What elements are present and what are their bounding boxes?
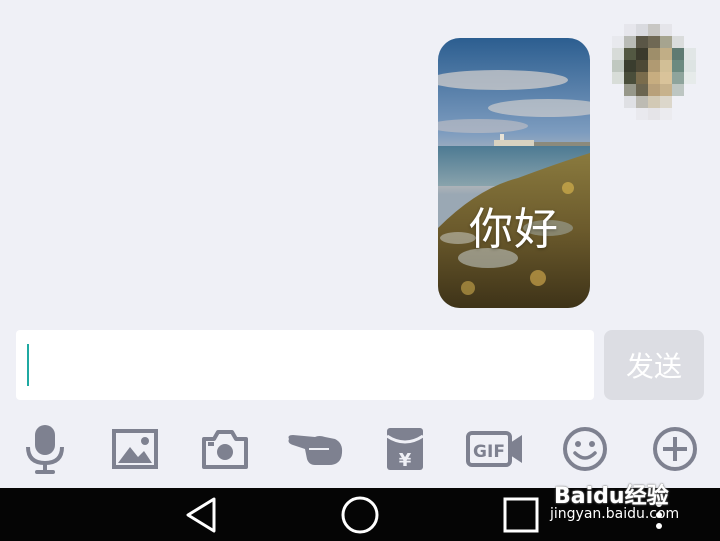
avatar[interactable] [612,24,698,132]
chat-area: 你好 [0,0,720,320]
image-message-bubble[interactable]: 你好 [438,38,590,308]
image-icon[interactable] [105,416,165,482]
composer-bar: 发送 [0,328,720,402]
camera-icon[interactable] [195,416,255,482]
watermark-url: jingyan.baidu.com [550,506,680,522]
gif-label: GIF [473,442,505,462]
recents-icon[interactable] [496,488,546,541]
red-envelope-icon[interactable]: ¥ [375,416,435,482]
back-icon[interactable] [176,488,226,541]
pointing-hand-icon[interactable] [285,416,345,482]
yen-symbol: ¥ [399,450,412,471]
gif-icon[interactable]: GIF [465,416,525,482]
message-text: 你好 [469,204,559,255]
microphone-icon[interactable] [15,416,75,482]
message-input[interactable] [16,330,594,400]
text-cursor [27,344,29,386]
baidu-watermark: Baidu经验 jingyan.baidu.com [548,466,716,528]
send-button[interactable]: 发送 [604,330,704,400]
home-icon[interactable] [335,488,385,541]
landscape-photo [438,38,590,308]
